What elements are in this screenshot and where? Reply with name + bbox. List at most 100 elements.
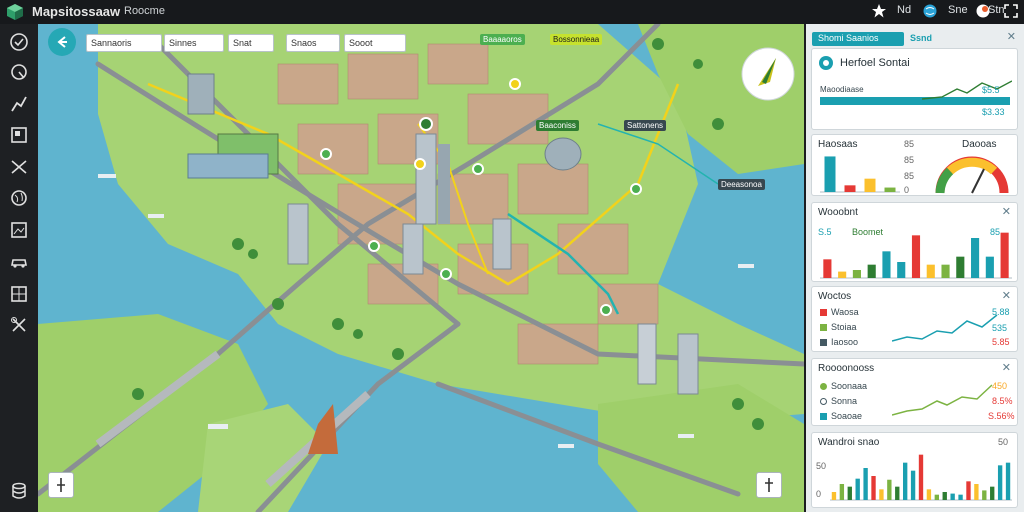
image-icon[interactable] — [9, 220, 29, 240]
database-icon[interactable] — [9, 481, 29, 501]
bar-11 — [910, 470, 916, 500]
card-progress-close-icon[interactable]: ✕ — [1002, 361, 1011, 374]
bar-11 — [971, 238, 980, 278]
bar-1 — [823, 259, 832, 278]
bar-1 — [831, 492, 837, 500]
panel-tab-label: Shomi Saanios — [818, 33, 879, 43]
bar-3 — [852, 270, 861, 278]
car-icon[interactable] — [9, 252, 29, 272]
bar-10 — [956, 256, 965, 278]
card-overview: Herfoel Sontai Maoodiaase $5.5 $3.33 — [811, 48, 1018, 130]
route-icon[interactable] — [9, 62, 29, 82]
filter-chip-3-label: Snat — [233, 38, 252, 48]
histogram-chart — [830, 454, 1012, 501]
layers-icon[interactable] — [9, 125, 29, 145]
bar-13 — [926, 489, 932, 500]
route-label-5[interactable]: Deeasonoa — [718, 179, 765, 190]
card-bars-close-icon[interactable]: ✕ — [1002, 205, 1011, 218]
overview-value-2: $3.33 — [982, 107, 1005, 117]
analytics-panel: Shomi Saanios Ssnd ✕ Herfoel Sontai Maoo… — [806, 24, 1024, 512]
card-progress-title: Roooonooss — [818, 363, 875, 374]
kpi-gauge — [935, 156, 1009, 194]
globe-icon[interactable] — [923, 4, 937, 18]
panel-tab-2[interactable]: Ssnd — [910, 33, 932, 43]
close-icon[interactable]: ✕ — [1007, 30, 1016, 43]
chart-icon[interactable] — [9, 94, 29, 114]
histogram-tick-1: 50 — [998, 437, 1009, 447]
bar-4 — [855, 478, 860, 500]
bar-21 — [990, 486, 995, 500]
kpi-bar-chart — [820, 156, 900, 193]
card-trend-close-icon[interactable]: ✕ — [1002, 289, 1011, 302]
grid-icon[interactable] — [9, 284, 29, 304]
card-progress: Roooonooss ✕ Soonaaa Sonna Soaoae 450 8.… — [811, 358, 1018, 426]
trend-legend-3: Iaosoo — [820, 337, 858, 347]
expand-icon[interactable] — [1004, 4, 1018, 18]
histogram-tick-2: 50 — [816, 461, 827, 471]
locate-button[interactable] — [756, 472, 782, 498]
shuffle-icon[interactable] — [9, 157, 29, 177]
bar-8 — [926, 264, 935, 278]
progress-line-chart — [892, 384, 993, 416]
bar-2 — [839, 484, 845, 500]
card-trend: Woctos ✕ Waosa Stoiaa Iaosoo 5.88 535 5.… — [811, 286, 1018, 352]
route-label-4[interactable]: Sattonens — [624, 120, 667, 131]
pin-button[interactable] — [48, 472, 74, 498]
bar-22 — [997, 465, 1003, 500]
check-circle-icon[interactable] — [9, 32, 29, 52]
bar-13 — [1000, 232, 1009, 278]
app-logo-icon — [7, 4, 23, 20]
card-overview-subtitle: Maoodiaase — [820, 85, 864, 94]
topbar-item-2[interactable]: Sne — [948, 4, 968, 16]
bar-8 — [887, 479, 892, 500]
progress-legend-3: Soaoae — [820, 411, 862, 421]
globe-nav-icon[interactable] — [9, 188, 29, 208]
bar-4 — [867, 264, 876, 278]
target-icon — [819, 56, 833, 70]
city-map[interactable]: Sannaoris Sinnes Snat Snaos Sooot Baaaao… — [38, 24, 804, 512]
route-label-2[interactable]: Bossonnieaa — [550, 34, 603, 45]
filter-chip-4[interactable]: Snaos — [286, 34, 340, 52]
route-label-3[interactable]: Baaconiss — [536, 120, 579, 131]
card-bars-title: Wooobnt — [818, 207, 858, 218]
route-label-1[interactable]: Baaaaoros — [480, 34, 525, 45]
app-title: Mapsitossaaw — [32, 4, 121, 19]
trend-legend-1: Waosa — [820, 307, 859, 317]
bar-19 — [974, 484, 979, 500]
progress-value-3: S.56% — [988, 411, 1015, 421]
bar-9 — [941, 264, 950, 278]
locate-icon — [765, 478, 773, 492]
back-button[interactable] — [48, 28, 76, 56]
bar-9 — [895, 486, 900, 500]
card-histogram: Wandroi snao 50 50 0 — [811, 432, 1018, 508]
progress-value-2: 8.5% — [992, 396, 1013, 406]
filter-chip-1[interactable]: Sannaoris — [86, 34, 162, 52]
panel-tab-active[interactable]: Shomi Saanios — [812, 32, 904, 46]
compass-icon[interactable] — [741, 47, 795, 101]
progress-legend-1: Soonaaa — [820, 381, 867, 391]
bar-15 — [942, 492, 947, 500]
bar-16 — [950, 493, 955, 500]
kpi-tick-1: 85 — [904, 139, 915, 149]
trend-value-2: 535 — [992, 323, 1008, 333]
topbar-item-1[interactable]: Nd — [897, 4, 911, 16]
bars-chart — [820, 232, 1012, 279]
kpi-tick-3: 85 — [904, 171, 915, 181]
bar-10 — [902, 462, 908, 500]
top-bar: Mapsitossaaw Roocme Nd Sne Stn — [0, 0, 1024, 24]
tools-icon[interactable] — [9, 315, 29, 335]
filter-chip-5[interactable]: Sooot — [344, 34, 406, 52]
star-icon[interactable] — [872, 4, 886, 18]
filter-chip-2[interactable]: Sinnes — [164, 34, 224, 52]
topbar-item-3[interactable]: Stn — [988, 4, 1005, 16]
trend-value-3: 5.85 — [992, 337, 1010, 347]
overview-value-1: $5.5 — [982, 85, 1000, 95]
app-subtitle[interactable]: Roocme — [124, 5, 165, 17]
bar-12 — [985, 256, 994, 278]
map-canvas[interactable] — [38, 24, 804, 512]
filter-chip-3[interactable]: Snat — [228, 34, 274, 52]
arrow-left-icon — [57, 36, 67, 48]
card-bars: Wooobnt ✕ S.5 Boomet 85 — [811, 202, 1018, 282]
bar-7 — [911, 235, 921, 278]
progress-legend-2: Sonna — [820, 396, 857, 406]
